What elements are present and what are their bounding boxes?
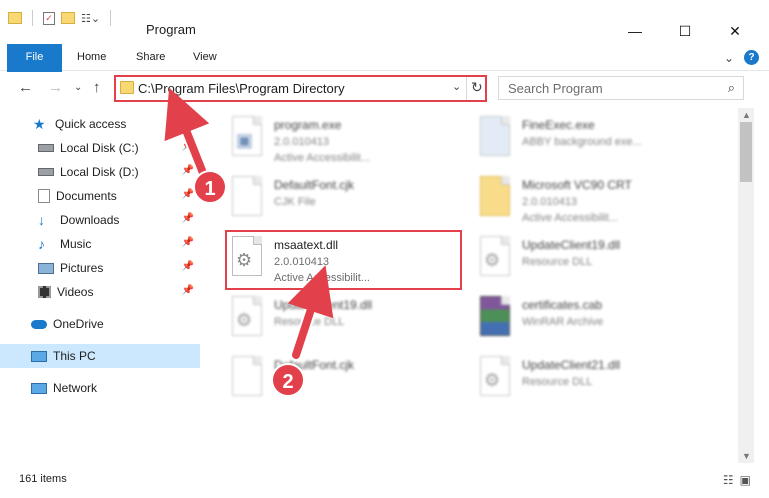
status-bar: 161 items ☷ ▣: [0, 466, 769, 498]
callout-arrows: [164, 87, 334, 361]
callout-2: 2: [271, 363, 305, 397]
large-icons-view-icon[interactable]: ▣: [740, 473, 751, 487]
details-view-icon[interactable]: ☷: [723, 473, 734, 487]
item-count: 161 items: [19, 473, 67, 485]
callout-1: 1: [193, 170, 227, 204]
